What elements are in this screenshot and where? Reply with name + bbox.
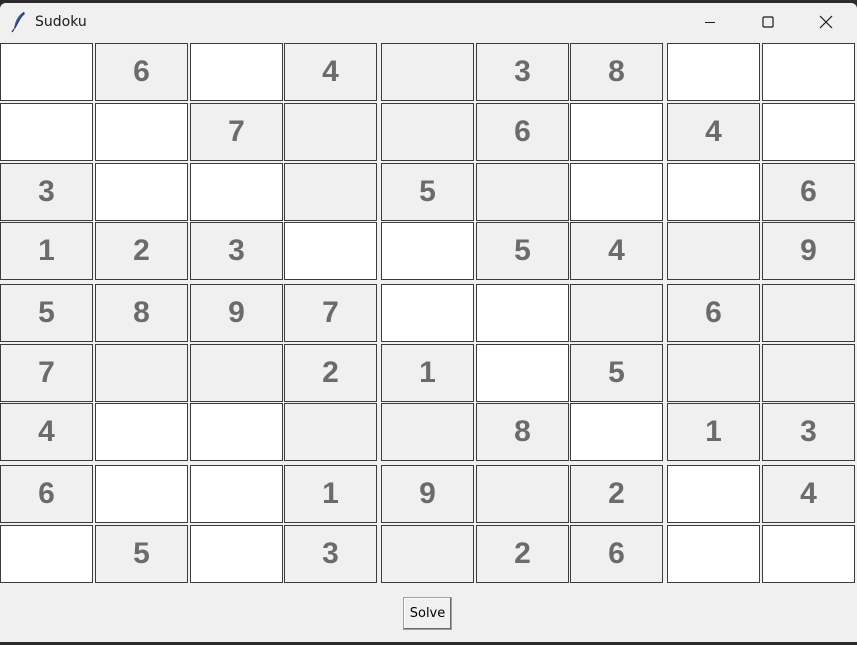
sudoku-cell[interactable] — [570, 284, 663, 342]
window-title: Sudoku — [35, 14, 87, 30]
maximize-button[interactable] — [739, 3, 797, 41]
sudoku-cell[interactable] — [190, 403, 283, 461]
sudoku-cell[interactable]: 3 — [476, 43, 569, 101]
sudoku-cell[interactable]: 6 — [476, 103, 569, 161]
close-button[interactable] — [797, 3, 855, 41]
sudoku-cell[interactable] — [762, 344, 855, 402]
sudoku-cell[interactable] — [762, 43, 855, 101]
sudoku-cell[interactable] — [95, 403, 188, 461]
sudoku-cell[interactable] — [381, 103, 474, 161]
sudoku-cell[interactable]: 6 — [762, 163, 855, 221]
sudoku-cell[interactable] — [284, 163, 377, 221]
sudoku-cell[interactable]: 5 — [476, 222, 569, 280]
sudoku-cell[interactable] — [381, 525, 474, 583]
sudoku-cell[interactable] — [762, 103, 855, 161]
sudoku-cell[interactable] — [95, 103, 188, 161]
sudoku-cell[interactable]: 7 — [284, 284, 377, 342]
sudoku-cell[interactable]: 4 — [762, 465, 855, 523]
sudoku-cell[interactable]: 9 — [190, 284, 283, 342]
sudoku-cell[interactable] — [190, 163, 283, 221]
sudoku-cell[interactable] — [667, 465, 760, 523]
sudoku-cell[interactable]: 9 — [762, 222, 855, 280]
sudoku-cell[interactable]: 5 — [0, 284, 93, 342]
sudoku-cell[interactable] — [570, 103, 663, 161]
minimize-icon — [705, 22, 715, 23]
solve-button[interactable]: Solve — [403, 597, 452, 630]
sudoku-cell[interactable]: 5 — [95, 525, 188, 583]
sudoku-cell[interactable]: 6 — [667, 284, 760, 342]
sudoku-cell[interactable] — [667, 43, 760, 101]
sudoku-cell[interactable]: 2 — [570, 465, 663, 523]
sudoku-cell[interactable] — [0, 525, 93, 583]
sudoku-cell[interactable] — [284, 222, 377, 280]
title-bar[interactable]: Sudoku — [0, 3, 857, 41]
sudoku-cell[interactable] — [476, 465, 569, 523]
sudoku-cell[interactable] — [190, 43, 283, 101]
sudoku-cell[interactable]: 5 — [570, 344, 663, 402]
sudoku-cell[interactable]: 2 — [476, 525, 569, 583]
maximize-icon — [762, 16, 774, 28]
sudoku-cell[interactable] — [570, 163, 663, 221]
sudoku-cell[interactable] — [762, 284, 855, 342]
sudoku-cell[interactable]: 6 — [570, 525, 663, 583]
sudoku-cell[interactable] — [284, 103, 377, 161]
sudoku-cell[interactable] — [570, 403, 663, 461]
sudoku-cell[interactable]: 7 — [0, 344, 93, 402]
minimize-button[interactable] — [681, 3, 739, 41]
sudoku-cell[interactable]: 1 — [667, 403, 760, 461]
feather-icon — [10, 11, 28, 33]
sudoku-cell[interactable]: 1 — [381, 344, 474, 402]
sudoku-cell[interactable] — [667, 525, 760, 583]
sudoku-cell[interactable]: 3 — [284, 525, 377, 583]
sudoku-cell[interactable]: 4 — [284, 43, 377, 101]
sudoku-cell[interactable]: 4 — [570, 222, 663, 280]
sudoku-cell[interactable]: 6 — [0, 465, 93, 523]
sudoku-cell[interactable] — [476, 163, 569, 221]
sudoku-cell[interactable]: 3 — [762, 403, 855, 461]
sudoku-cell[interactable]: 8 — [95, 284, 188, 342]
sudoku-cell[interactable] — [381, 222, 474, 280]
sudoku-cell[interactable] — [381, 403, 474, 461]
sudoku-cell[interactable]: 8 — [570, 43, 663, 101]
sudoku-cell[interactable]: 9 — [381, 465, 474, 523]
sudoku-cell[interactable] — [190, 525, 283, 583]
sudoku-cell[interactable]: 1 — [284, 465, 377, 523]
sudoku-cell[interactable]: 8 — [476, 403, 569, 461]
sudoku-cell[interactable]: 2 — [95, 222, 188, 280]
sudoku-cell[interactable]: 3 — [190, 222, 283, 280]
sudoku-cell[interactable] — [667, 344, 760, 402]
sudoku-cell[interactable] — [381, 284, 474, 342]
sudoku-cell[interactable]: 2 — [284, 344, 377, 402]
sudoku-cell[interactable]: 1 — [0, 222, 93, 280]
sudoku-cell[interactable] — [0, 43, 93, 101]
sudoku-cell[interactable] — [95, 344, 188, 402]
sudoku-cell[interactable] — [381, 43, 474, 101]
sudoku-cell[interactable] — [190, 465, 283, 523]
sudoku-cell[interactable]: 4 — [667, 103, 760, 161]
close-icon — [819, 15, 833, 29]
app-window: Sudoku 643876435612354958976721548136192… — [0, 3, 857, 642]
sudoku-cell[interactable] — [667, 222, 760, 280]
sudoku-cell[interactable]: 6 — [95, 43, 188, 101]
sudoku-cell[interactable] — [476, 284, 569, 342]
sudoku-cell[interactable] — [284, 403, 377, 461]
sudoku-cell[interactable]: 3 — [0, 163, 93, 221]
sudoku-cell[interactable] — [476, 344, 569, 402]
sudoku-cell[interactable] — [190, 344, 283, 402]
sudoku-cell[interactable] — [762, 525, 855, 583]
sudoku-cell[interactable]: 7 — [190, 103, 283, 161]
sudoku-cell[interactable] — [0, 103, 93, 161]
sudoku-cell[interactable] — [95, 163, 188, 221]
sudoku-cell[interactable] — [95, 465, 188, 523]
sudoku-cell[interactable]: 4 — [0, 403, 93, 461]
sudoku-cell[interactable] — [667, 163, 760, 221]
sudoku-cell[interactable]: 5 — [381, 163, 474, 221]
